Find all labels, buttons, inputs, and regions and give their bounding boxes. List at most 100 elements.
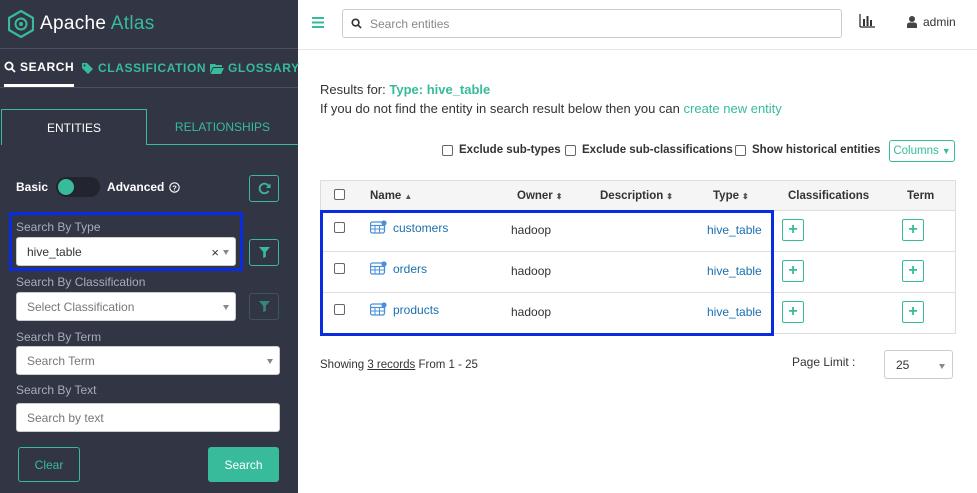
sidebar: Apache Atlas SEARCH CLASSIFICATION GLOSS…: [0, 0, 300, 493]
page-limit-value: 25: [896, 357, 910, 372]
refresh-icon: [258, 182, 270, 195]
search-by-classification-label: Search By Classification: [16, 275, 146, 289]
toggle-knob: [58, 179, 75, 195]
tab-classification[interactable]: CLASSIFICATION: [81, 49, 206, 87]
add-term-button[interactable]: +: [902, 301, 924, 323]
add-classification-button[interactable]: +: [782, 219, 804, 241]
exclude-subtypes-option[interactable]: Exclude sub-types: [442, 144, 561, 156]
refresh-button[interactable]: [249, 175, 279, 202]
add-classification-button[interactable]: +: [782, 301, 804, 323]
svg-text:?: ?: [173, 183, 178, 192]
term-placeholder: Search Term: [27, 353, 95, 368]
search-button[interactable]: Search: [208, 447, 279, 482]
chevron-down-icon: [939, 364, 945, 369]
add-term-button[interactable]: +: [902, 260, 924, 282]
exclude-subclassifications-checkbox[interactable]: [565, 144, 576, 156]
tab-relationships[interactable]: RELATIONSHIPS: [147, 109, 298, 145]
page-limit-label: Page Limit :: [792, 355, 856, 369]
search-by-text-input[interactable]: Search by text: [16, 403, 280, 432]
global-search-input[interactable]: Search entities: [342, 9, 842, 38]
exclude-subclassifications-label: Exclude sub-classifications: [582, 144, 733, 156]
top-bar: Search entities admin: [298, 0, 977, 50]
tab-entities[interactable]: ENTITIES: [1, 109, 147, 145]
header-owner[interactable]: Owner ⬍: [517, 190, 563, 202]
advanced-label: Advanced: [107, 180, 165, 194]
select-all-checkbox[interactable]: [334, 189, 345, 200]
question-circle-icon[interactable]: ?: [169, 181, 181, 193]
bar-chart-icon[interactable]: [859, 14, 875, 28]
header-name[interactable]: Name ▲: [370, 190, 412, 202]
type-filter-button[interactable]: [249, 239, 279, 266]
user-menu[interactable]: admin: [907, 15, 956, 29]
header-classifications: Classifications: [788, 190, 870, 202]
app-title: Apache Atlas: [40, 13, 155, 34]
exclude-subtypes-checkbox[interactable]: [442, 144, 453, 156]
records-count: 3 records: [367, 359, 416, 371]
columns-label: Columns: [893, 145, 939, 157]
app-logo[interactable]: Apache Atlas: [8, 8, 155, 40]
search-icon: [351, 18, 362, 29]
page-limit-select[interactable]: 25: [884, 350, 953, 379]
results-notice-line: If you do not find the entity in search …: [320, 99, 782, 118]
showing-label: Showing: [320, 359, 365, 371]
show-historical-label: Show historical entities: [752, 144, 881, 156]
main-tabs: SEARCH CLASSIFICATION GLOSSARY: [0, 48, 300, 88]
classification-placeholder: Select Classification: [27, 299, 135, 314]
text-placeholder: Search by text: [27, 410, 104, 425]
search-by-term-select[interactable]: Search Term: [16, 346, 280, 375]
add-classification-button[interactable]: +: [782, 260, 804, 282]
folder-open-icon: [210, 63, 224, 74]
records-summary: Showing 3 records From 1 - 25: [320, 359, 478, 371]
filter-icon: [258, 247, 270, 258]
sort-icon: ⬍: [555, 192, 563, 201]
header-description[interactable]: Description ⬍: [600, 190, 673, 202]
sort-asc-icon: ▲: [404, 192, 413, 201]
results-notice: If you do not find the entity in search …: [320, 101, 680, 116]
sub-tabs: ENTITIES RELATIONSHIPS: [0, 109, 298, 145]
search-mode-toggle-row: Basic Advanced ?: [16, 176, 181, 198]
chevron-down-icon: [223, 305, 229, 310]
chevron-down-icon: [267, 359, 273, 364]
rows-highlight-box: [320, 210, 774, 336]
columns-dropdown-button[interactable]: Columns ▼: [889, 140, 955, 162]
tab-glossary[interactable]: GLOSSARY: [210, 49, 300, 87]
search-icon: [4, 61, 16, 73]
search-by-text-label: Search By Text: [16, 383, 97, 397]
show-historical-checkbox[interactable]: [735, 144, 746, 156]
tab-search[interactable]: SEARCH: [4, 49, 75, 87]
exclude-subtypes-label: Exclude sub-types: [459, 144, 561, 156]
tab-search-label: SEARCH: [20, 59, 75, 74]
tab-classification-label: CLASSIFICATION: [98, 61, 207, 75]
header-description-label: Description: [600, 190, 664, 202]
sort-icon: ⬍: [666, 192, 673, 201]
results-prefix: Results for:: [320, 82, 386, 97]
show-historical-option[interactable]: Show historical entities: [735, 144, 880, 156]
search-by-classification-select[interactable]: Select Classification: [16, 292, 236, 321]
tag-icon: [82, 63, 93, 74]
create-entity-link[interactable]: create new entity: [684, 101, 782, 116]
header-owner-label: Owner: [517, 190, 553, 202]
results-header: Results for: Type: hive_table If you do …: [320, 80, 782, 118]
type-highlight-box: [9, 212, 243, 271]
header-type[interactable]: Type ⬍: [713, 190, 749, 202]
header-term: Term: [907, 190, 935, 202]
results-for-line: Results for: Type: hive_table: [320, 80, 782, 99]
tab-glossary-label: GLOSSARY: [228, 61, 300, 75]
classification-filter-button[interactable]: [249, 293, 279, 320]
sort-icon: ⬍: [742, 192, 749, 201]
hamburger-menu-icon[interactable]: [312, 17, 324, 28]
table-header: Name ▲ Owner ⬍ Description ⬍ Type ⬍ Classifi…: [321, 181, 955, 211]
header-name-label: Name: [370, 190, 402, 202]
search-by-term-label: Search By Term: [16, 330, 102, 344]
caret-down-icon: ▼: [941, 146, 951, 156]
clear-button[interactable]: Clear: [18, 447, 80, 482]
records-range: From 1 - 25: [418, 359, 478, 371]
header-type-label: Type: [713, 190, 739, 202]
add-term-button[interactable]: +: [902, 219, 924, 241]
exclude-subclassifications-option[interactable]: Exclude sub-classifications: [565, 144, 733, 156]
user-icon: [907, 16, 917, 28]
search-mode-toggle[interactable]: [56, 177, 101, 197]
global-search-placeholder: Search entities: [370, 16, 450, 31]
user-name: admin: [923, 15, 956, 29]
basic-label: Basic: [16, 180, 49, 194]
